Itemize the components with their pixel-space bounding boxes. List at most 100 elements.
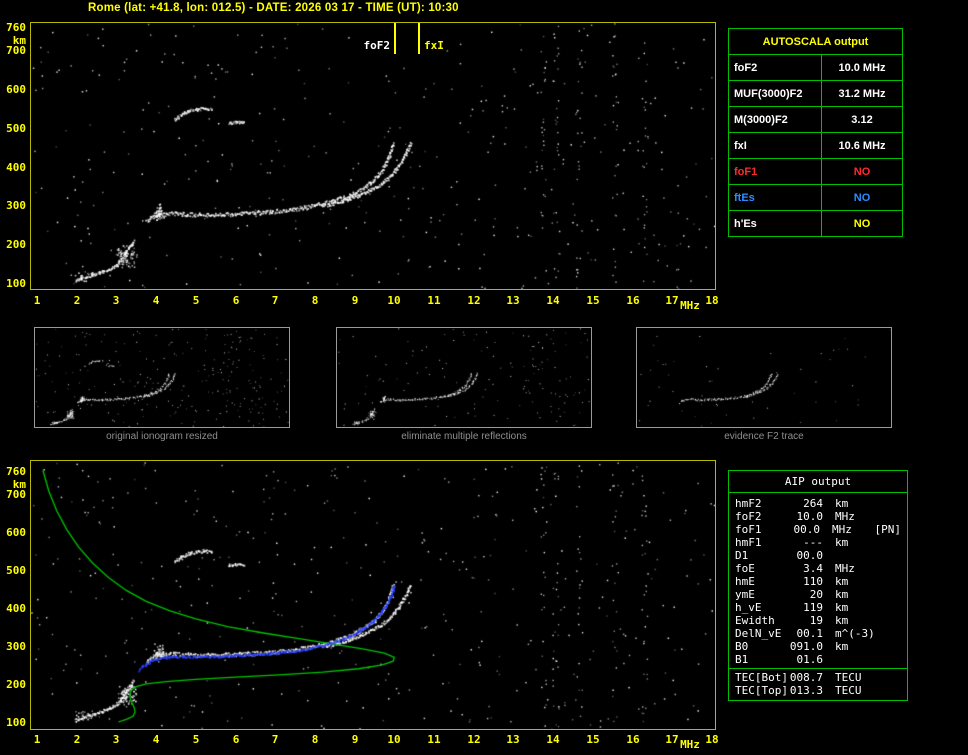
- x-tick-label: 5: [186, 733, 206, 746]
- x-tick-label: 11: [424, 733, 444, 746]
- annotation-label-fxi: fxI: [424, 39, 444, 52]
- aip-param-unit: [823, 653, 877, 666]
- aip-param-name: DelN_vE: [735, 627, 789, 640]
- x-tick-label: 1: [27, 294, 47, 307]
- x-tick-label: 1: [27, 733, 47, 746]
- aip-param-note: [877, 653, 879, 666]
- autoscala-param-value: 10.0 MHz: [822, 55, 903, 81]
- x-tick-label: 7: [265, 733, 285, 746]
- aip-title: AIP output: [729, 471, 907, 493]
- x-tick-label: 8: [305, 294, 325, 307]
- aip-param-unit: km: [823, 601, 877, 614]
- aip-param-value: ---: [789, 536, 823, 549]
- y-axis-unit: km: [2, 478, 26, 491]
- y-tick-label: 500: [2, 564, 26, 577]
- x-tick-label: 14: [543, 733, 563, 746]
- autoscala-row: h'EsNO: [729, 211, 903, 237]
- annotation-line-fxi: [418, 23, 420, 54]
- x-tick-label: 6: [226, 733, 246, 746]
- x-tick-label: 16: [623, 294, 643, 307]
- aip-param-value: 013.3: [789, 684, 823, 697]
- aip-param-note: [PN]: [873, 523, 902, 536]
- aip-row: hmF2264km: [729, 497, 907, 510]
- y-tick-label: 500: [2, 122, 26, 135]
- aip-param-name: foE: [735, 562, 789, 575]
- aip-param-note: [877, 614, 879, 627]
- aip-param-name: B0: [735, 640, 789, 653]
- x-tick-label: 9: [345, 733, 365, 746]
- aip-param-value: 091.0: [789, 640, 823, 653]
- panel-eliminate-reflections-canvas: [336, 327, 592, 428]
- x-tick-label: 12: [464, 294, 484, 307]
- aip-param-name: Ewidth: [735, 614, 789, 627]
- y-tick-label: 200: [2, 238, 26, 251]
- aip-tec-section: TEC[Bot]008.7TECUTEC[Top]013.3TECU: [729, 668, 907, 699]
- aip-param-unit: TECU: [823, 684, 877, 697]
- aip-tec-row: TEC[Bot]008.7TECU: [729, 671, 907, 684]
- aip-row: hmF1---km: [729, 536, 907, 549]
- aip-param-note: [877, 497, 879, 510]
- aip-row: foF100.0MHz[PN]: [729, 523, 907, 536]
- autoscala-output-table: AUTOSCALA output foF210.0 MHzMUF(3000)F2…: [728, 28, 903, 237]
- aip-row: D100.0: [729, 549, 907, 562]
- x-tick-label: 3: [106, 294, 126, 307]
- aip-param-name: foF2: [735, 510, 789, 523]
- y-tick-label: 400: [2, 602, 26, 615]
- x-tick-label: 7: [265, 294, 285, 307]
- y-tick-label: 760: [2, 465, 26, 478]
- autoscala-param-label: foF2: [729, 55, 822, 81]
- aip-param-unit: km: [823, 497, 877, 510]
- autoscala-row: MUF(3000)F231.2 MHz: [729, 81, 903, 107]
- aip-param-value: 110: [789, 575, 823, 588]
- x-tick-label: 13: [503, 294, 523, 307]
- aip-param-note: [877, 536, 879, 549]
- aip-param-value: 119: [789, 601, 823, 614]
- autoscala-row: foF1NO: [729, 159, 903, 185]
- aip-param-unit: MHz: [823, 562, 877, 575]
- aip-tec-row: TEC[Top]013.3TECU: [729, 684, 907, 697]
- x-tick-label: 9: [345, 294, 365, 307]
- autoscala-param-label: M(3000)F2: [729, 107, 822, 133]
- aip-param-unit: m^(-3): [823, 627, 877, 640]
- panel-original-ionogram-canvas: [34, 327, 290, 428]
- aip-param-name: TEC[Bot]: [735, 671, 789, 684]
- aip-param-name: B1: [735, 653, 789, 666]
- autoscala-row: fxI10.6 MHz: [729, 133, 903, 159]
- x-tick-label: 18: [702, 294, 722, 307]
- aip-param-note: [877, 562, 879, 575]
- autoscala-param-label: MUF(3000)F2: [729, 81, 822, 107]
- x-axis-unit: MHz: [676, 299, 704, 312]
- x-tick-label: 4: [146, 294, 166, 307]
- x-tick-label: 2: [67, 733, 87, 746]
- autoscala-row: foF210.0 MHz: [729, 55, 903, 81]
- aip-param-unit: km: [823, 614, 877, 627]
- caption-original-ionogram: original ionogram resized: [34, 431, 290, 442]
- aip-row: foF210.0MHz: [729, 510, 907, 523]
- x-tick-label: 11: [424, 294, 444, 307]
- y-tick-label: 100: [2, 716, 26, 729]
- aip-param-unit: TECU: [823, 671, 877, 684]
- y-tick-label: 600: [2, 526, 26, 539]
- aip-param-unit: km: [823, 536, 877, 549]
- autoscala-param-value: NO: [822, 211, 903, 237]
- aip-param-name: hmE: [735, 575, 789, 588]
- aip-param-value: 20: [789, 588, 823, 601]
- aip-param-note: [877, 510, 879, 523]
- aip-row: ymE20km: [729, 588, 907, 601]
- x-tick-label: 10: [384, 294, 404, 307]
- aip-row: DelN_vE00.1m^(-3): [729, 627, 907, 640]
- autoscala-param-label: ftEs: [729, 185, 822, 211]
- aip-param-name: ymE: [735, 588, 789, 601]
- aip-row: B0091.0km: [729, 640, 907, 653]
- aip-param-value: 008.7: [789, 671, 823, 684]
- aip-param-value: 00.0: [787, 523, 820, 536]
- caption-evidence-f2: evidence F2 trace: [636, 431, 892, 442]
- autoscala-title: AUTOSCALA output: [729, 29, 903, 55]
- x-tick-label: 5: [186, 294, 206, 307]
- autoscala-param-label: fxI: [729, 133, 822, 159]
- aip-param-value: 264: [789, 497, 823, 510]
- aip-param-name: hmF2: [735, 497, 789, 510]
- autoscala-param-value: 10.6 MHz: [822, 133, 903, 159]
- aip-param-value: 00.0: [789, 549, 823, 562]
- aip-param-note: [877, 588, 879, 601]
